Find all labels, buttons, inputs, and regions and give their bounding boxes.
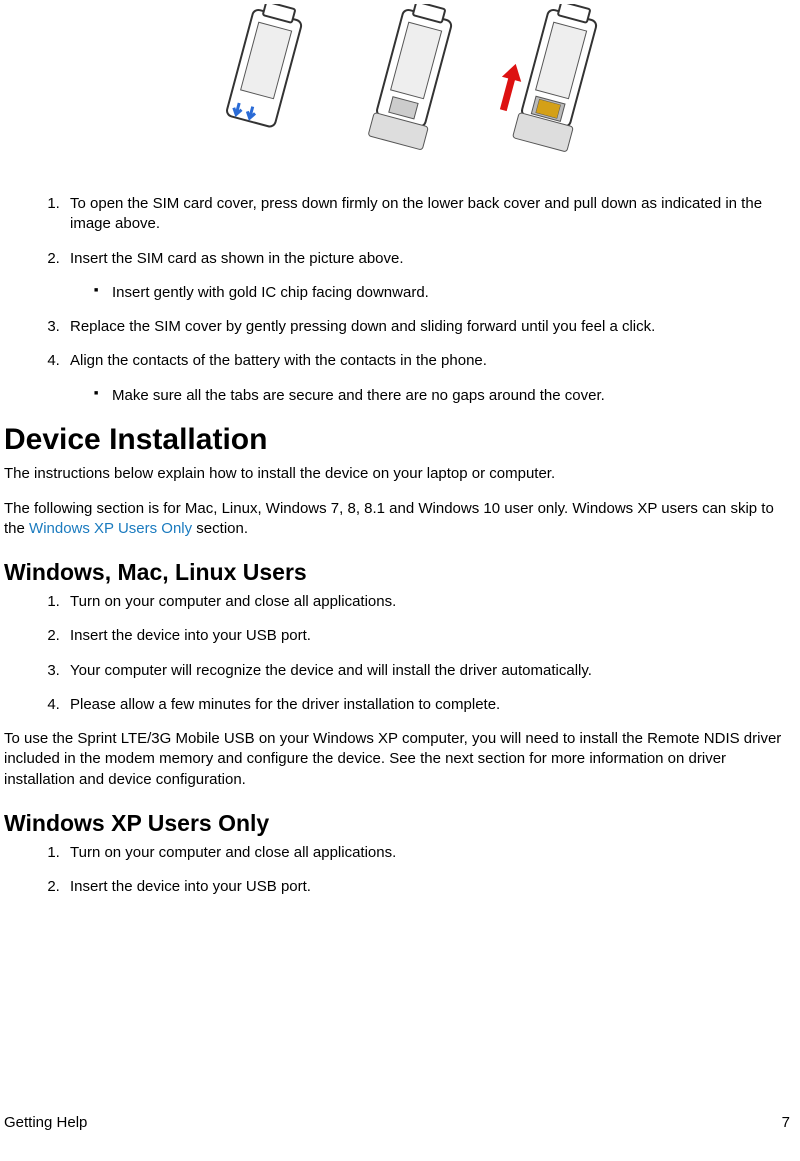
- sub-item: Insert gently with gold IC chip facing d…: [94, 283, 796, 303]
- step-text: Replace the SIM cover by gently pressing…: [70, 318, 655, 335]
- step-text: Insert the SIM card as shown in the pict…: [70, 250, 404, 267]
- list-item: Insert the device into your USB port.: [64, 877, 796, 897]
- step-text: To open the SIM card cover, press down f…: [70, 195, 762, 232]
- step-text: Align the contacts of the battery with t…: [70, 352, 487, 369]
- list-item: Your computer will recognize the device …: [64, 661, 796, 681]
- list-item: Turn on your computer and close all appl…: [64, 843, 796, 863]
- step-text: Insert the device into your USB port.: [70, 627, 311, 644]
- step-text: Turn on your computer and close all appl…: [70, 593, 396, 610]
- list-item: Turn on your computer and close all appl…: [64, 592, 796, 612]
- sim-install-illustration: [4, 4, 796, 164]
- footer-section-title: Getting Help: [4, 1114, 87, 1131]
- windows-xp-link[interactable]: Windows XP Users Only: [29, 520, 192, 537]
- step-text: Insert the device into your USB port.: [70, 878, 311, 895]
- intro-paragraph-1: The instructions below explain how to in…: [4, 464, 796, 484]
- list-item: Insert the device into your USB port.: [64, 626, 796, 646]
- xp-steps-list: Turn on your computer and close all appl…: [4, 843, 796, 898]
- page-footer: Getting Help 7: [4, 1113, 790, 1133]
- page-number: 7: [782, 1113, 790, 1133]
- step-text: Turn on your computer and close all appl…: [70, 844, 396, 861]
- sub-list: Insert gently with gold IC chip facing d…: [70, 283, 796, 303]
- intro-paragraph-2: The following section is for Mac, Linux,…: [4, 499, 796, 540]
- sub-text: Insert gently with gold IC chip facing d…: [112, 284, 429, 301]
- sim-steps-list: To open the SIM card cover, press down f…: [4, 194, 796, 406]
- intro-p2-text-b: section.: [192, 520, 248, 537]
- list-item: Insert the SIM card as shown in the pict…: [64, 249, 796, 304]
- list-item: To open the SIM card cover, press down f…: [64, 194, 796, 235]
- sub-item: Make sure all the tabs are secure and th…: [94, 386, 796, 406]
- ndis-paragraph: To use the Sprint LTE/3G Mobile USB on y…: [4, 729, 796, 790]
- heading-windows-mac-linux: Windows, Mac, Linux Users: [4, 557, 796, 588]
- wml-steps-list: Turn on your computer and close all appl…: [4, 592, 796, 715]
- step-text: Please allow a few minutes for the drive…: [70, 696, 500, 713]
- sub-text: Make sure all the tabs are secure and th…: [112, 387, 605, 404]
- step-text: Your computer will recognize the device …: [70, 662, 592, 679]
- list-item: Please allow a few minutes for the drive…: [64, 695, 796, 715]
- heading-device-installation: Device Installation: [4, 420, 796, 461]
- heading-windows-xp: Windows XP Users Only: [4, 808, 796, 839]
- list-item: Align the contacts of the battery with t…: [64, 351, 796, 406]
- sub-list: Make sure all the tabs are secure and th…: [70, 386, 796, 406]
- list-item: Replace the SIM cover by gently pressing…: [64, 317, 796, 337]
